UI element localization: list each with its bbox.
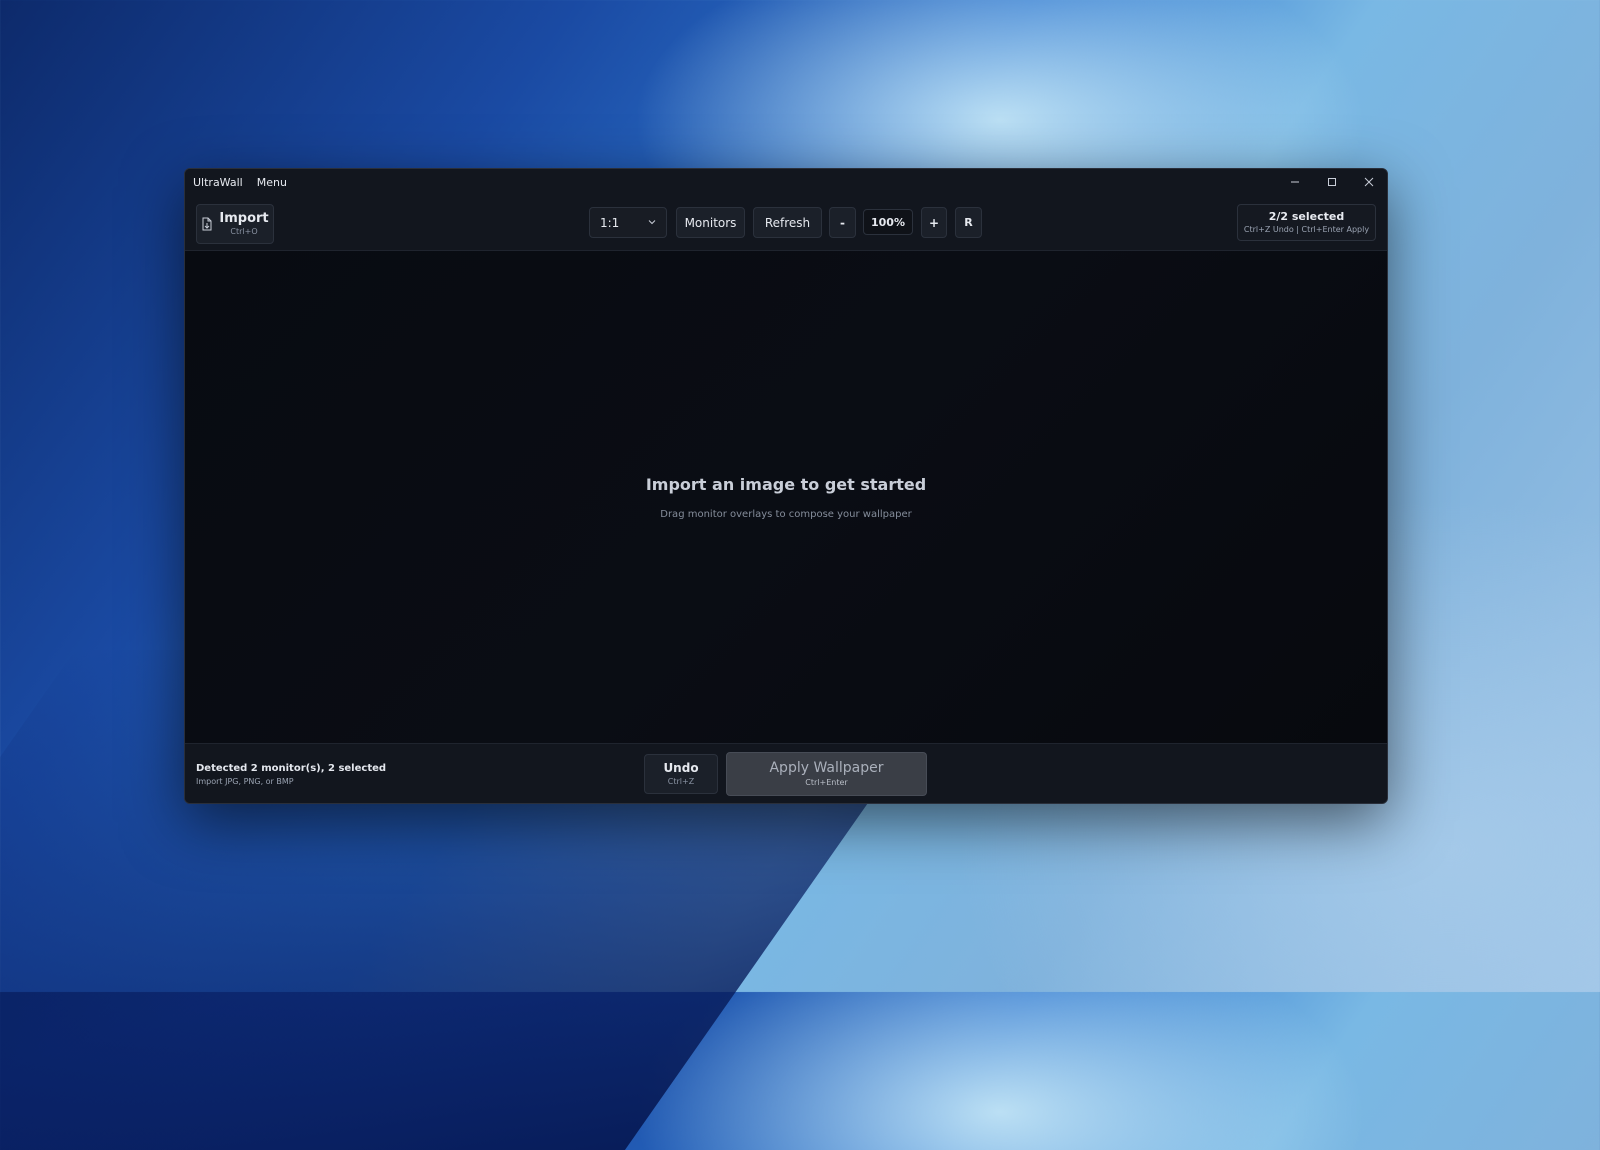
- menu-button[interactable]: Menu: [257, 176, 287, 189]
- minimize-button[interactable]: [1276, 169, 1313, 195]
- refresh-button[interactable]: Refresh: [753, 207, 822, 238]
- undo-shortcut: Ctrl+Z: [667, 777, 695, 786]
- aspect-ratio-select[interactable]: 1:1: [589, 207, 667, 238]
- app-window: UltraWall Menu Import Ctrl+O 1:1 Monitor…: [184, 168, 1388, 804]
- status-bar: Detected 2 monitor(s), 2 selected Import…: [185, 743, 1387, 803]
- import-button[interactable]: Import Ctrl+O: [196, 204, 274, 244]
- empty-state-subtitle: Drag monitor overlays to compose your wa…: [660, 509, 912, 520]
- wallpaper-canvas[interactable]: Import an image to get started Drag moni…: [185, 251, 1387, 743]
- selection-status: 2/2 selected Ctrl+Z Undo | Ctrl+Enter Ap…: [1237, 204, 1376, 241]
- import-label: Import: [219, 210, 269, 226]
- apply-wallpaper-button[interactable]: Apply Wallpaper Ctrl+Enter: [726, 752, 927, 796]
- import-texts: Import Ctrl+O: [219, 210, 269, 237]
- zoom-in-button[interactable]: +: [921, 207, 947, 238]
- undo-label: Undo: [663, 761, 699, 775]
- apply-label: Apply Wallpaper: [769, 760, 884, 776]
- zoom-out-button[interactable]: -: [829, 207, 856, 238]
- aspect-ratio-value: 1:1: [600, 215, 620, 230]
- monitors-button[interactable]: Monitors: [676, 207, 745, 238]
- chevron-down-icon: [648, 220, 656, 225]
- minimize-icon: [1290, 181, 1299, 183]
- empty-state-title: Import an image to get started: [645, 475, 927, 494]
- reset-view-button[interactable]: R: [955, 207, 982, 238]
- apply-shortcut: Ctrl+Enter: [805, 778, 848, 787]
- shortcut-hint: Ctrl+Z Undo | Ctrl+Enter Apply: [1243, 225, 1370, 234]
- zoom-level-field[interactable]: 100%: [863, 209, 913, 235]
- formats-hint: Import JPG, PNG, or BMP: [196, 777, 294, 786]
- window-controls: [1276, 169, 1387, 195]
- maximize-icon: [1327, 178, 1336, 186]
- close-button[interactable]: [1350, 169, 1387, 195]
- undo-button[interactable]: Undo Ctrl+Z: [644, 754, 718, 794]
- monitor-status-text: Detected 2 monitor(s), 2 selected: [196, 763, 387, 774]
- import-file-icon: [202, 217, 212, 231]
- close-icon: [1364, 177, 1373, 187]
- import-shortcut: Ctrl+O: [230, 226, 258, 236]
- maximize-button[interactable]: [1313, 169, 1350, 195]
- app-title: UltraWall: [193, 175, 243, 189]
- selected-count: 2/2 selected: [1268, 210, 1345, 223]
- title-bar: UltraWall Menu: [185, 169, 1387, 195]
- toolbar: Import Ctrl+O 1:1 Monitors Refresh - 100…: [185, 195, 1387, 251]
